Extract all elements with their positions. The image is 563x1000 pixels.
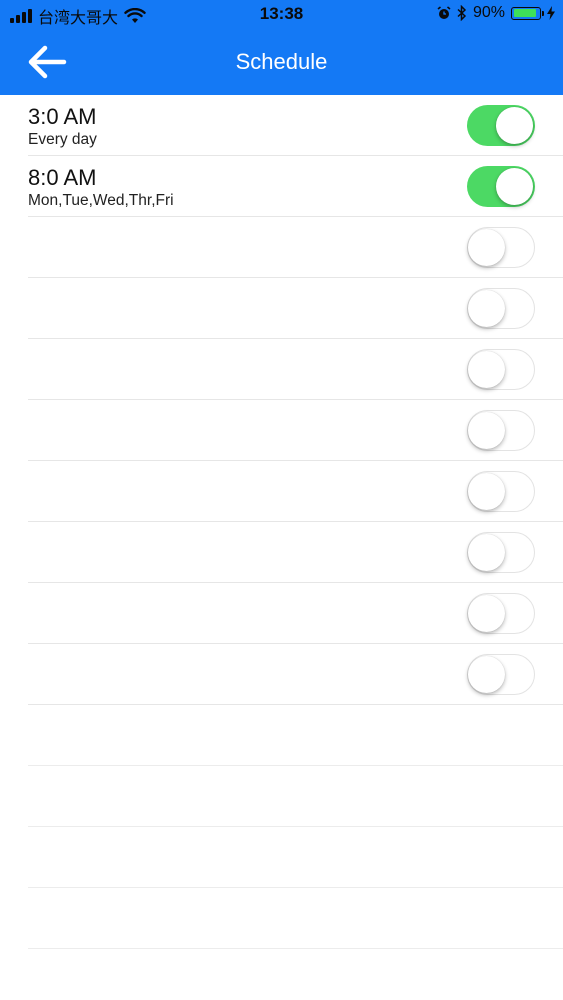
schedule-toggle[interactable] — [467, 105, 535, 146]
schedule-row[interactable] — [0, 339, 563, 400]
schedule-days: Every day — [28, 131, 97, 148]
toggle-knob — [468, 411, 505, 449]
toggle-knob — [468, 289, 505, 327]
schedule-toggle[interactable] — [467, 593, 535, 634]
schedule-list: 3:0 AM Every day 8:0 AM Mon,Tue,Wed,Thr,Fri — [0, 95, 563, 949]
schedule-row[interactable] — [0, 278, 563, 339]
schedule-row[interactable] — [0, 583, 563, 644]
toggle-knob — [468, 655, 505, 693]
schedule-row[interactable] — [0, 522, 563, 583]
navigation-bar: Schedule — [0, 28, 563, 95]
schedule-time: 8:0 AM — [28, 165, 97, 190]
schedule-toggle[interactable] — [467, 166, 535, 207]
toggle-knob — [468, 472, 505, 510]
battery-icon — [511, 6, 544, 20]
schedule-toggle[interactable] — [467, 471, 535, 512]
status-right: 90% — [437, 4, 555, 22]
schedule-row[interactable] — [0, 644, 563, 705]
schedule-time: 3:0 AM — [28, 104, 97, 129]
schedule-days: Mon,Tue,Wed,Thr,Fri — [28, 192, 174, 209]
schedule-row[interactable]: 8:0 AM Mon,Tue,Wed,Thr,Fri — [0, 156, 563, 217]
empty-row — [0, 766, 563, 827]
battery-percent: 90% — [472, 4, 505, 21]
toggle-knob — [496, 168, 533, 205]
toggle-knob — [468, 533, 505, 571]
schedule-row[interactable] — [0, 461, 563, 522]
empty-row — [0, 827, 563, 888]
bluetooth-icon — [457, 5, 467, 21]
charging-icon — [547, 6, 555, 20]
empty-row — [0, 705, 563, 766]
schedule-row[interactable] — [0, 400, 563, 461]
page-title: Schedule — [235, 49, 328, 74]
schedule-toggle[interactable] — [467, 410, 535, 451]
schedule-toggle[interactable] — [467, 654, 535, 695]
toggle-knob — [468, 228, 505, 266]
schedule-toggle[interactable] — [467, 532, 535, 573]
battery-fill — [513, 9, 536, 17]
schedule-toggle[interactable] — [467, 227, 535, 268]
status-bar: 台湾大哥大 13:38 90% — [0, 0, 563, 28]
schedule-toggle[interactable] — [467, 288, 535, 329]
schedule-row[interactable]: 3:0 AM Every day — [0, 95, 563, 156]
empty-row — [0, 888, 563, 949]
schedule-row[interactable] — [0, 217, 563, 278]
schedule-toggle[interactable] — [467, 349, 535, 390]
toggle-knob — [468, 350, 505, 388]
toggle-knob — [468, 594, 505, 632]
alarm-icon — [437, 6, 451, 19]
toggle-knob — [496, 107, 533, 144]
